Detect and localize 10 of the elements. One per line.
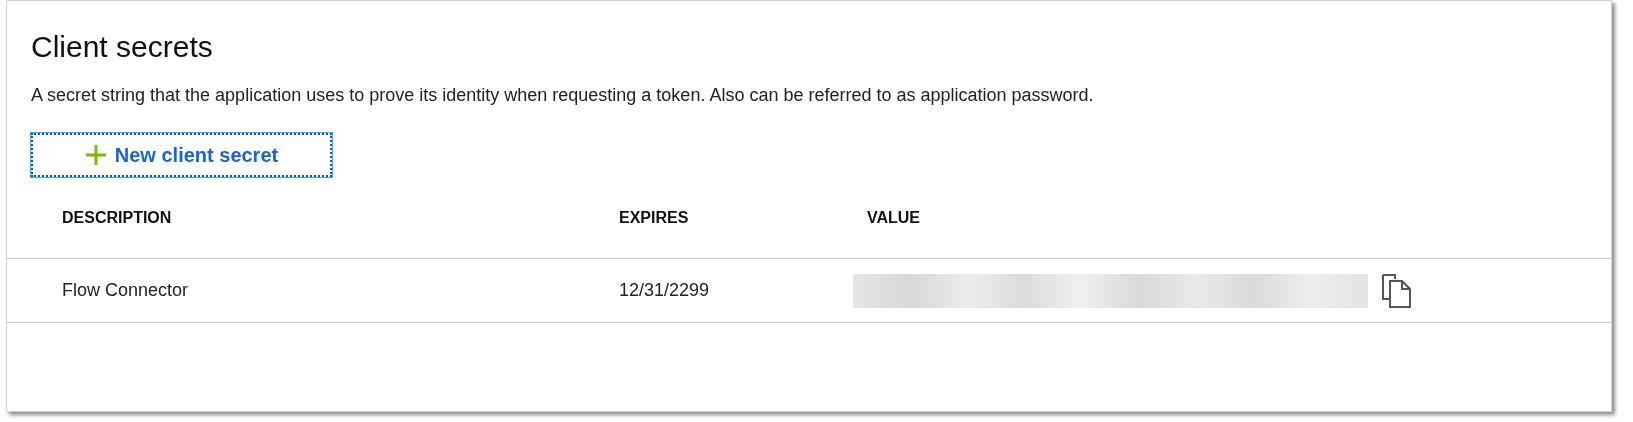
column-header: VALUE — [867, 208, 921, 226]
new-client-secret-button[interactable]: New client secret — [31, 133, 332, 177]
copy-icon[interactable] — [1382, 273, 1412, 308]
description-text: A secret string that the application uses to prove its identity when requesting a token. Also can be referred to as application password. — [31, 84, 1094, 107]
table-cell: Flow Connector — [62, 280, 189, 300]
page-title: Client secrets — [31, 29, 213, 65]
column-header: DESCRIPTION — [62, 208, 172, 226]
table-cell: 12/31/2299 — [619, 280, 710, 300]
column-header: EXPIRES — [619, 208, 689, 226]
plus-icon — [84, 144, 107, 166]
